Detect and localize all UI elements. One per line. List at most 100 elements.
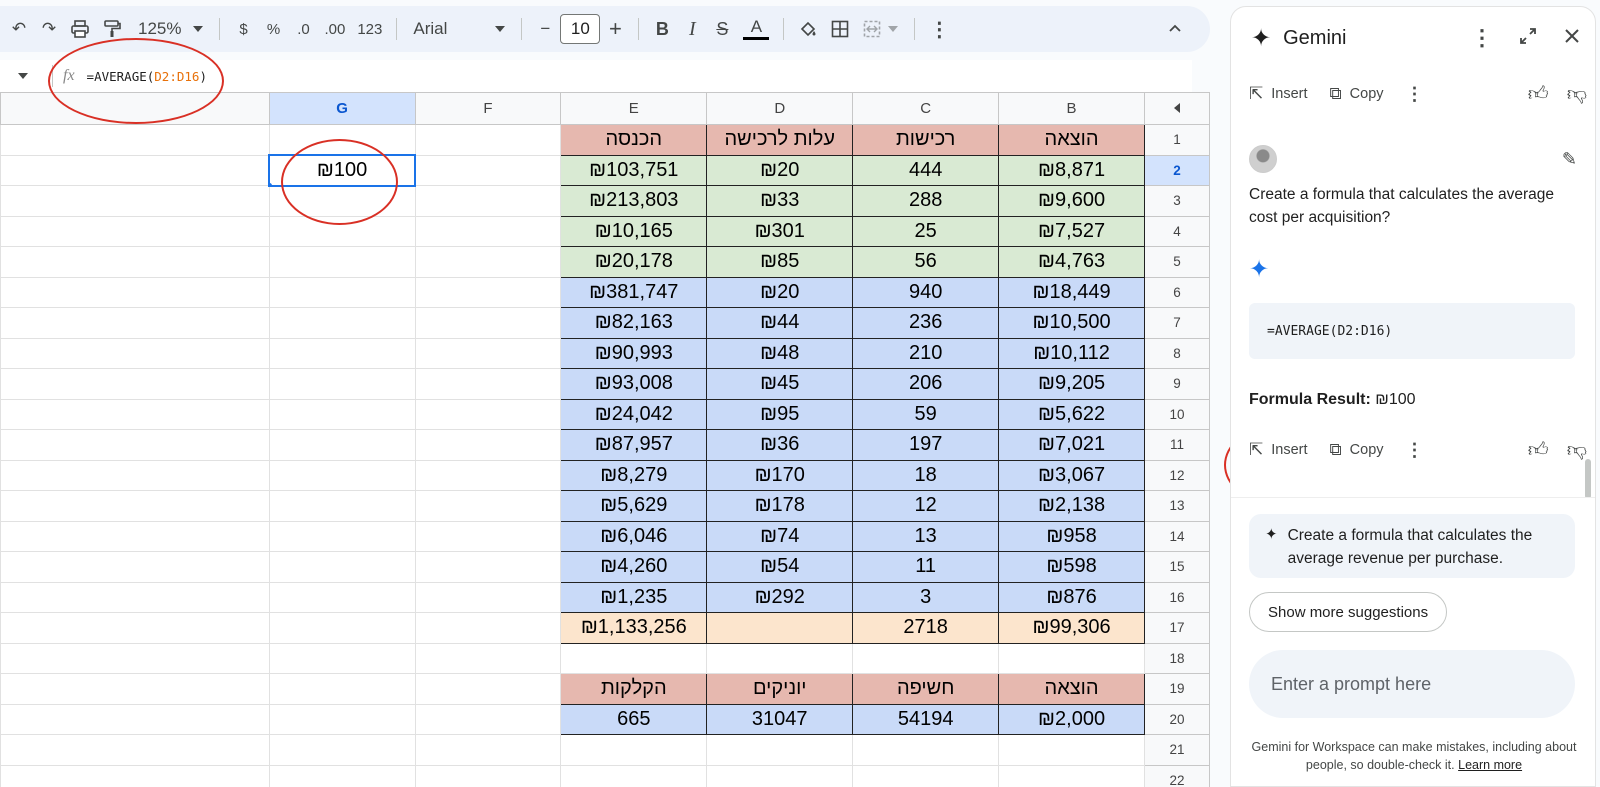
column-header-blank[interactable] (0, 92, 270, 125)
cell-b2[interactable]: ₪8,871 (998, 154, 1145, 186)
cell-d13[interactable]: ₪178 (706, 490, 854, 522)
thumbs-up-icon[interactable]: 👍︎ (1528, 82, 1549, 106)
row-header[interactable]: 17 (1144, 612, 1210, 644)
cell[interactable] (414, 642, 562, 674)
print-icon[interactable] (64, 13, 96, 45)
row-header[interactable]: 14 (1144, 520, 1210, 552)
cell[interactable] (268, 276, 416, 308)
cell[interactable] (0, 368, 270, 400)
redo-icon[interactable]: ↷ (34, 13, 64, 45)
cell[interactable] (268, 734, 416, 766)
thumbs-down-icon[interactable]: 👎︎ (1567, 438, 1587, 462)
cell[interactable] (0, 764, 270, 787)
cell[interactable] (268, 673, 416, 705)
cell-b5[interactable]: ₪4,763 (998, 246, 1145, 278)
close-icon[interactable] (1563, 25, 1581, 51)
font-chevron-down-icon[interactable] (495, 26, 506, 32)
cell-d8[interactable]: ₪48 (706, 337, 854, 369)
cell[interactable] (0, 246, 270, 278)
edit-pencil-icon[interactable]: ✎ (1562, 149, 1577, 170)
cell-e12[interactable]: ₪8,279 (560, 459, 708, 491)
italic-button[interactable]: I (677, 13, 707, 45)
cell-e11[interactable]: ₪87,957 (560, 429, 708, 461)
merge-cells-icon[interactable] (856, 13, 888, 45)
cell-c15[interactable]: 11 (852, 551, 1000, 583)
cell[interactable] (268, 185, 416, 217)
more-vert-icon[interactable]: ⋮ (1406, 84, 1424, 105)
cell-c7[interactable]: 236 (852, 307, 1000, 339)
currency-format-button[interactable]: $ (228, 13, 258, 45)
cell-e7[interactable]: ₪82,163 (560, 307, 708, 339)
cell[interactable] (0, 703, 270, 735)
cell[interactable] (0, 551, 270, 583)
row-header[interactable]: 6 (1144, 276, 1210, 308)
row-header[interactable]: 2 (1144, 154, 1210, 186)
formula-input[interactable]: =AVERAGE(D2:D16) (87, 69, 207, 84)
cell-b1[interactable]: הוצאה (998, 124, 1145, 156)
cell-c10[interactable]: 59 (852, 398, 1000, 430)
cell-c20[interactable]: 54194 (852, 703, 1000, 735)
cell[interactable] (0, 215, 270, 247)
row-header[interactable]: 12 (1144, 459, 1210, 491)
strikethrough-button[interactable]: S (707, 13, 737, 45)
cell-c16[interactable]: 3 (852, 581, 1000, 613)
cell-e17[interactable]: ₪1,133,256 (560, 612, 708, 644)
suggestion-chip[interactable]: ✦ Create a formula that calculates the a… (1249, 514, 1575, 578)
cell-c11[interactable]: 197 (852, 429, 1000, 461)
insert-button-previous[interactable]: ⇱ Insert (1249, 84, 1308, 104)
cell-c6[interactable]: 940 (852, 276, 1000, 308)
cell[interactable] (0, 185, 270, 217)
cell-d19[interactable]: יוניקים (706, 673, 854, 705)
fill-handle[interactable] (271, 181, 274, 184)
cell-b20[interactable]: ₪2,000 (998, 703, 1145, 735)
cell[interactable] (0, 734, 270, 766)
cell[interactable] (268, 337, 416, 369)
borders-icon[interactable] (824, 13, 856, 45)
cell[interactable] (268, 246, 416, 278)
bold-button[interactable]: B (647, 13, 677, 45)
collapse-toolbar-icon[interactable] (1160, 13, 1190, 45)
cell-e10[interactable]: ₪24,042 (560, 398, 708, 430)
cell[interactable] (0, 154, 270, 186)
font-size-decrease-button[interactable]: − (530, 13, 560, 45)
cell[interactable] (414, 337, 562, 369)
row-header[interactable]: 13 (1144, 490, 1210, 522)
cell-b21[interactable] (998, 734, 1145, 766)
cell-e9[interactable]: ₪93,008 (560, 368, 708, 400)
cell-d20[interactable]: 31047 (706, 703, 854, 735)
merge-chevron-down-icon[interactable] (888, 26, 899, 32)
cell[interactable] (414, 764, 562, 787)
cell[interactable] (414, 368, 562, 400)
cell-b22[interactable] (998, 764, 1145, 787)
cell[interactable] (414, 581, 562, 613)
cell[interactable] (0, 307, 270, 339)
more-vert-icon[interactable]: ⋮ (1406, 440, 1424, 461)
row-header[interactable]: 18 (1144, 642, 1210, 674)
cell-e13[interactable]: ₪5,629 (560, 490, 708, 522)
cell-b15[interactable]: ₪598 (998, 551, 1145, 583)
cell-c8[interactable]: 210 (852, 337, 1000, 369)
cell[interactable] (268, 642, 416, 674)
cell[interactable] (268, 307, 416, 339)
increase-decimal-button[interactable]: .00 (318, 13, 351, 45)
cell-d3[interactable]: ₪33 (706, 185, 854, 217)
cell-b13[interactable]: ₪2,138 (998, 490, 1145, 522)
cell[interactable] (414, 703, 562, 735)
cell-d21[interactable] (706, 734, 854, 766)
row-header[interactable]: 11 (1144, 429, 1210, 461)
cell-c4[interactable]: 25 (852, 215, 1000, 247)
zoom-chevron-down-icon[interactable] (193, 26, 204, 32)
cell[interactable] (0, 398, 270, 430)
cell[interactable] (414, 185, 562, 217)
thumbs-up-icon[interactable]: 👍︎ (1528, 438, 1549, 462)
cell[interactable] (268, 612, 416, 644)
cell-d6[interactable]: ₪20 (706, 276, 854, 308)
cell[interactable] (268, 581, 416, 613)
row-header[interactable]: 10 (1144, 398, 1210, 430)
column-header-d[interactable]: D (706, 92, 854, 125)
cell-b19[interactable]: הוצאה (998, 673, 1145, 705)
cell-b12[interactable]: ₪3,067 (998, 459, 1145, 491)
prompt-input[interactable] (1249, 650, 1575, 718)
column-header-e[interactable]: E (560, 92, 708, 125)
cell[interactable] (0, 276, 270, 308)
